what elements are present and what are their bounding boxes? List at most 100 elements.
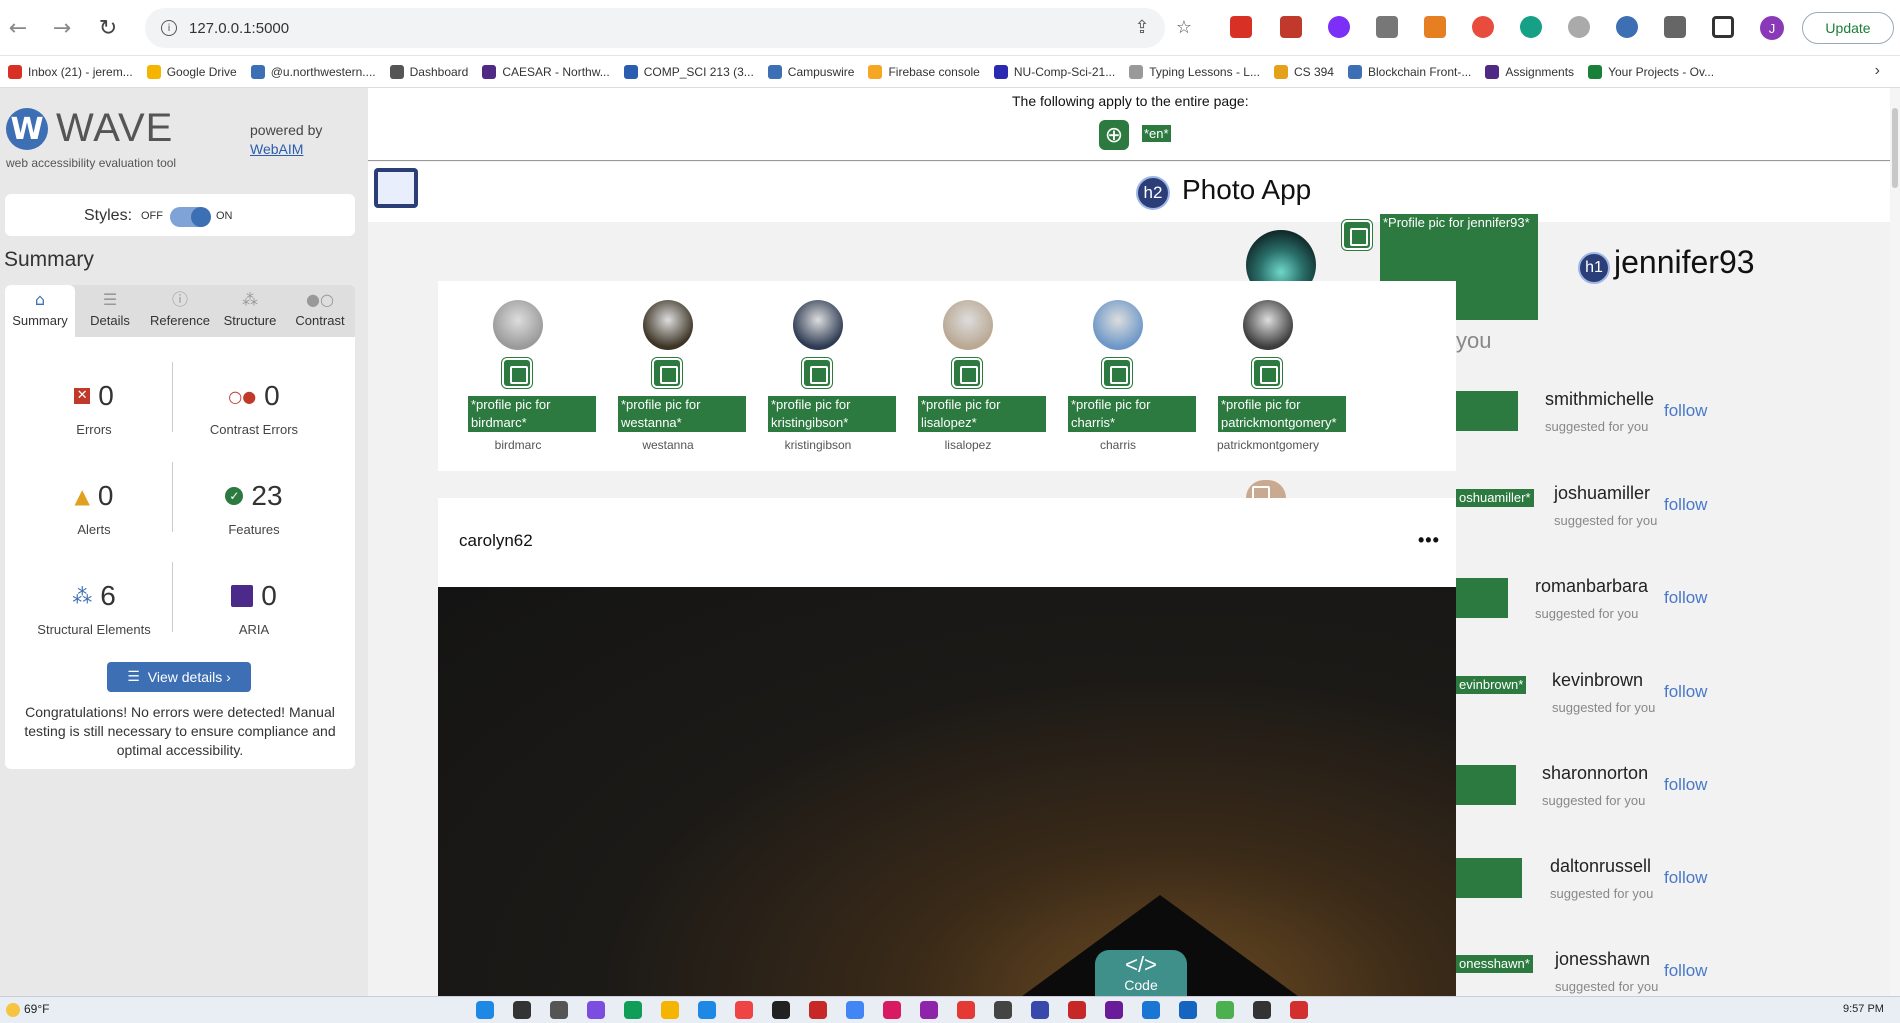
image-alt-icon[interactable] — [1252, 358, 1282, 388]
follow-button[interactable]: follow — [1664, 868, 1707, 888]
follow-button[interactable]: follow — [1664, 588, 1707, 608]
wave-extension-icon[interactable] — [1616, 16, 1638, 38]
taskbar-app-icon[interactable] — [1216, 1001, 1234, 1019]
bookmark-item[interactable]: Google Drive — [146, 64, 237, 79]
clock[interactable]: 9:57 PM — [1843, 1003, 1884, 1015]
image-alt-icon[interactable] — [1342, 220, 1372, 250]
image-alt-icon[interactable] — [652, 358, 682, 388]
post-username[interactable]: carolyn62 — [459, 531, 533, 551]
taskbar-app-icon[interactable] — [1031, 1001, 1049, 1019]
view-details-button[interactable]: ☰ View details › — [107, 662, 251, 692]
taskbar-app-icon[interactable] — [1105, 1001, 1123, 1019]
taskbar-app-icon[interactable] — [1068, 1001, 1086, 1019]
side-panel-icon[interactable] — [1712, 16, 1734, 38]
tab-details[interactable]: ☰ Details — [75, 285, 145, 337]
taskbar-app-icon[interactable] — [587, 1001, 605, 1019]
profile-avatar[interactable]: J — [1760, 16, 1784, 40]
extension-icon[interactable] — [1280, 16, 1302, 38]
taskbar-app-icon[interactable] — [846, 1001, 864, 1019]
taskbar-app-icon[interactable] — [661, 1001, 679, 1019]
update-button[interactable]: Update — [1802, 12, 1894, 44]
back-icon[interactable]: ← — [4, 14, 32, 42]
story-avatar[interactable] — [793, 300, 843, 350]
bookmark-item[interactable]: Dashboard — [389, 64, 468, 79]
alerts-stat[interactable]: ▲ 0 Alerts — [14, 480, 174, 537]
taskbar-app-icon[interactable] — [735, 1001, 753, 1019]
webaim-link[interactable]: WebAIM — [250, 141, 303, 157]
taskbar-app-icon[interactable] — [1290, 1001, 1308, 1019]
bookmark-item[interactable]: Assignments — [1485, 64, 1574, 79]
taskbar-app-icon[interactable] — [994, 1001, 1012, 1019]
taskbar-app-icon[interactable] — [920, 1001, 938, 1019]
page-scrollbar[interactable] — [1890, 88, 1900, 996]
tab-reference[interactable]: ⓘ Reference — [145, 285, 215, 337]
structural-stat[interactable]: ⁂ 6 Structural Elements — [14, 580, 174, 637]
taskbar-app-icon[interactable] — [809, 1001, 827, 1019]
taskbar-app-icon[interactable] — [698, 1001, 716, 1019]
taskbar-app-icon[interactable] — [1253, 1001, 1271, 1019]
bookmark-item[interactable]: Your Projects - Ov... — [1588, 64, 1714, 79]
story-avatar[interactable] — [1093, 300, 1143, 350]
weather-text[interactable]: 69°F — [24, 1002, 49, 1016]
taskbar-app-icon[interactable] — [550, 1001, 568, 1019]
story-avatar[interactable] — [643, 300, 693, 350]
code-button[interactable]: </> Code — [1095, 950, 1187, 996]
address-bar[interactable]: i 127.0.0.1:5000 — [145, 8, 1165, 48]
follow-button[interactable]: follow — [1664, 682, 1707, 702]
taskbar-app-icon[interactable] — [957, 1001, 975, 1019]
story-avatar[interactable] — [1243, 300, 1293, 350]
more-options-icon[interactable]: ••• — [1418, 530, 1440, 551]
bookmark-item[interactable]: Firebase console — [868, 64, 980, 79]
extension-icon[interactable] — [1328, 16, 1350, 38]
h2-icon[interactable]: h2 — [1136, 176, 1170, 210]
story-avatar[interactable] — [493, 300, 543, 350]
bookmark-item[interactable]: CAESAR - Northw... — [482, 64, 610, 79]
taskbar-app-icon[interactable] — [883, 1001, 901, 1019]
reload-icon[interactable]: ↻ — [94, 14, 122, 42]
grammarly-icon[interactable] — [1520, 16, 1542, 38]
extension-icon[interactable] — [1568, 16, 1590, 38]
image-alt-icon[interactable] — [502, 358, 532, 388]
taskbar-app-icon[interactable] — [1179, 1001, 1197, 1019]
follow-button[interactable]: follow — [1664, 961, 1707, 981]
extension-icon[interactable] — [1376, 16, 1398, 38]
image-alt-icon[interactable] — [952, 358, 982, 388]
styles-toggle-knob[interactable] — [191, 207, 211, 227]
weather-icon[interactable] — [6, 1003, 20, 1017]
tab-summary[interactable]: ⌂ Summary — [5, 285, 75, 337]
tab-contrast[interactable]: ●○ Contrast — [285, 285, 355, 337]
features-stat[interactable]: ✓ 23 Features — [174, 480, 334, 537]
share-icon[interactable]: ⇪ — [1132, 18, 1152, 38]
bookmark-item[interactable]: @u.northwestern.... — [250, 64, 376, 79]
aria-stat[interactable]: 0 ARIA — [174, 580, 334, 637]
search-icon[interactable] — [513, 1001, 531, 1019]
bookmark-item[interactable]: Inbox (21) - jerem... — [8, 64, 133, 79]
bookmark-item[interactable]: Blockchain Front-... — [1347, 64, 1471, 79]
follow-button[interactable]: follow — [1664, 495, 1707, 515]
taskbar-app-icon[interactable] — [772, 1001, 790, 1019]
image-alt-icon[interactable] — [1102, 358, 1132, 388]
follow-button[interactable]: follow — [1664, 775, 1707, 795]
tab-structure[interactable]: ⁂ Structure — [215, 285, 285, 337]
contrast-errors-stat[interactable]: ○● 0 Contrast Errors — [174, 380, 334, 437]
taskbar-app-icon[interactable] — [1142, 1001, 1160, 1019]
image-alt-icon[interactable] — [802, 358, 832, 388]
site-info-icon[interactable]: i — [161, 20, 177, 36]
html5-icon[interactable] — [374, 168, 418, 208]
h1-icon[interactable]: h1 — [1578, 252, 1610, 284]
extension-icon[interactable] — [1472, 16, 1494, 38]
scrollbar-thumb[interactable] — [1892, 108, 1898, 188]
bookmark-item[interactable]: Typing Lessons - L... — [1129, 64, 1260, 79]
extension-icon[interactable] — [1230, 16, 1252, 38]
windows-start-icon[interactable] — [476, 1001, 494, 1019]
bookmark-item[interactable]: COMP_SCI 213 (3... — [623, 64, 754, 79]
bookmark-item[interactable]: CS 394 — [1273, 64, 1334, 79]
bookmark-item[interactable]: Campuswire — [767, 64, 854, 79]
puzzle-icon[interactable] — [1664, 16, 1686, 38]
forward-icon[interactable]: → — [48, 14, 76, 42]
bookmark-item[interactable]: NU-Comp-Sci-21... — [993, 64, 1115, 79]
follow-button[interactable]: follow — [1664, 401, 1707, 421]
taskbar-app-icon[interactable] — [624, 1001, 642, 1019]
language-icon[interactable]: ⊕ — [1099, 120, 1129, 150]
metamask-icon[interactable] — [1424, 16, 1446, 38]
